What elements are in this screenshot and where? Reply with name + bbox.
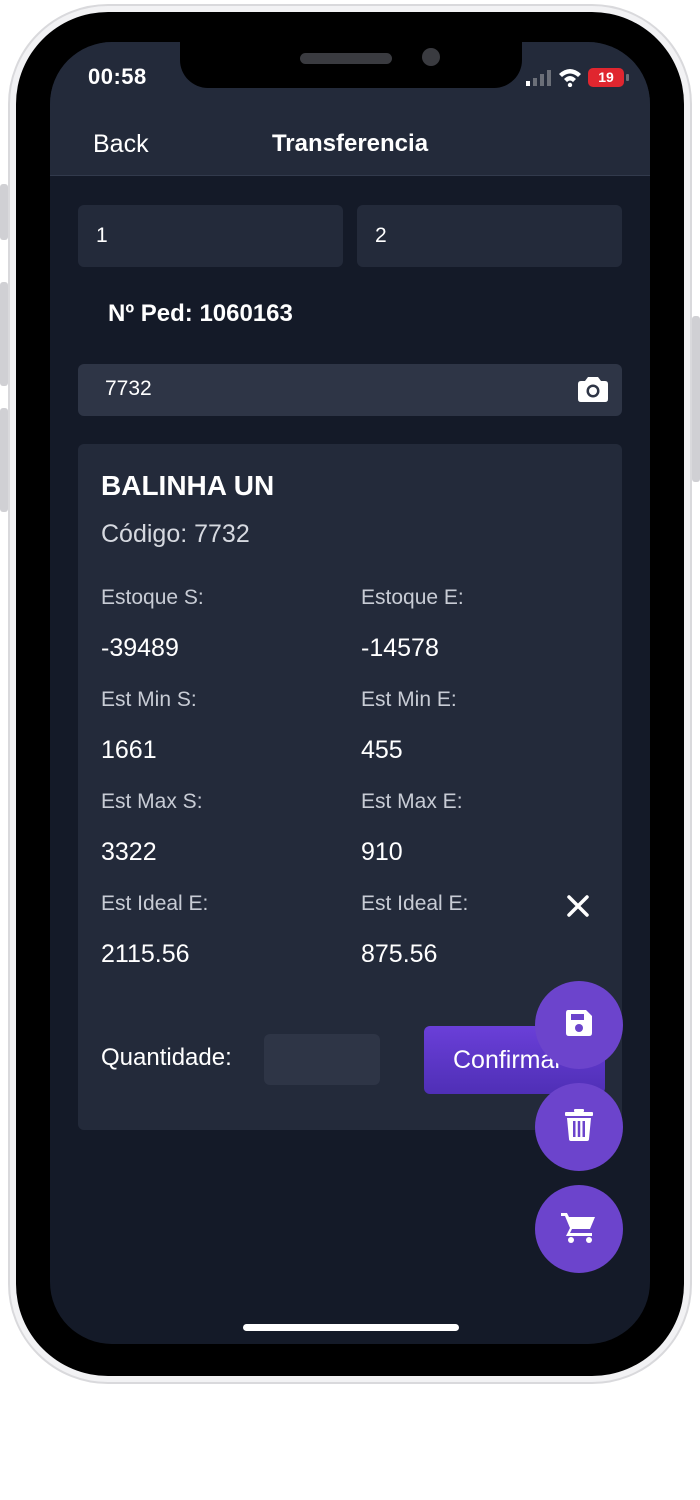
page-title: Transferencia bbox=[271, 130, 429, 157]
stat-value: -14578 bbox=[361, 634, 439, 662]
stat-value: 3322 bbox=[101, 838, 157, 866]
trash-icon bbox=[565, 1108, 593, 1146]
stat-label: Est Max E: bbox=[361, 790, 463, 813]
battery-cap bbox=[626, 74, 629, 81]
close-icon[interactable] bbox=[566, 894, 590, 923]
barcode-search-field[interactable]: 7732 bbox=[78, 364, 622, 416]
navigation-bar: Back Transferencia bbox=[50, 120, 650, 176]
stat-label: Est Max S: bbox=[101, 790, 203, 813]
barcode-value: 7732 bbox=[105, 377, 152, 400]
volume-up-button bbox=[0, 282, 8, 386]
front-camera bbox=[422, 48, 440, 66]
stat-label: Est Ideal E: bbox=[361, 892, 469, 915]
stat-label: Est Min S: bbox=[101, 688, 197, 711]
destination-field[interactable]: 2 bbox=[357, 205, 622, 267]
stat-label: Est Ideal E: bbox=[101, 892, 209, 915]
stat-value: 455 bbox=[361, 736, 403, 764]
product-code: Código: 7732 bbox=[101, 520, 250, 548]
order-number: Nº Ped: 1060163 bbox=[108, 300, 293, 327]
app-screen: 00:58 19 Back Transferencia 1 2 Nº Ped: … bbox=[50, 42, 650, 1344]
status-time: 00:58 bbox=[88, 64, 147, 89]
delete-button[interactable] bbox=[535, 1083, 623, 1171]
cart-icon bbox=[561, 1211, 597, 1248]
power-button bbox=[692, 316, 700, 482]
stat-label: Estoque S: bbox=[101, 586, 204, 609]
battery-indicator: 19 bbox=[588, 68, 624, 87]
product-name: BALINHA UN bbox=[101, 470, 275, 501]
stat-value: 2115.56 bbox=[101, 940, 190, 968]
home-indicator[interactable] bbox=[243, 1324, 459, 1331]
silent-switch bbox=[0, 184, 8, 240]
cart-button[interactable] bbox=[535, 1185, 623, 1273]
stat-value: 1661 bbox=[101, 736, 157, 764]
volume-down-button bbox=[0, 408, 8, 512]
quantity-label: Quantidade: bbox=[101, 1044, 232, 1071]
stat-label: Est Min E: bbox=[361, 688, 457, 711]
camera-icon[interactable] bbox=[578, 376, 608, 407]
save-icon bbox=[565, 1009, 593, 1042]
save-button[interactable] bbox=[535, 981, 623, 1069]
stat-value: 875.56 bbox=[361, 940, 438, 968]
speaker-grille bbox=[300, 53, 392, 64]
stat-label: Estoque E: bbox=[361, 586, 464, 609]
origin-field[interactable]: 1 bbox=[78, 205, 343, 267]
notch bbox=[180, 42, 522, 88]
signal-icon bbox=[526, 70, 552, 91]
stat-value: -39489 bbox=[101, 634, 179, 662]
wifi-icon bbox=[558, 67, 582, 92]
stat-value: 910 bbox=[361, 838, 403, 866]
quantity-input[interactable] bbox=[264, 1034, 380, 1085]
